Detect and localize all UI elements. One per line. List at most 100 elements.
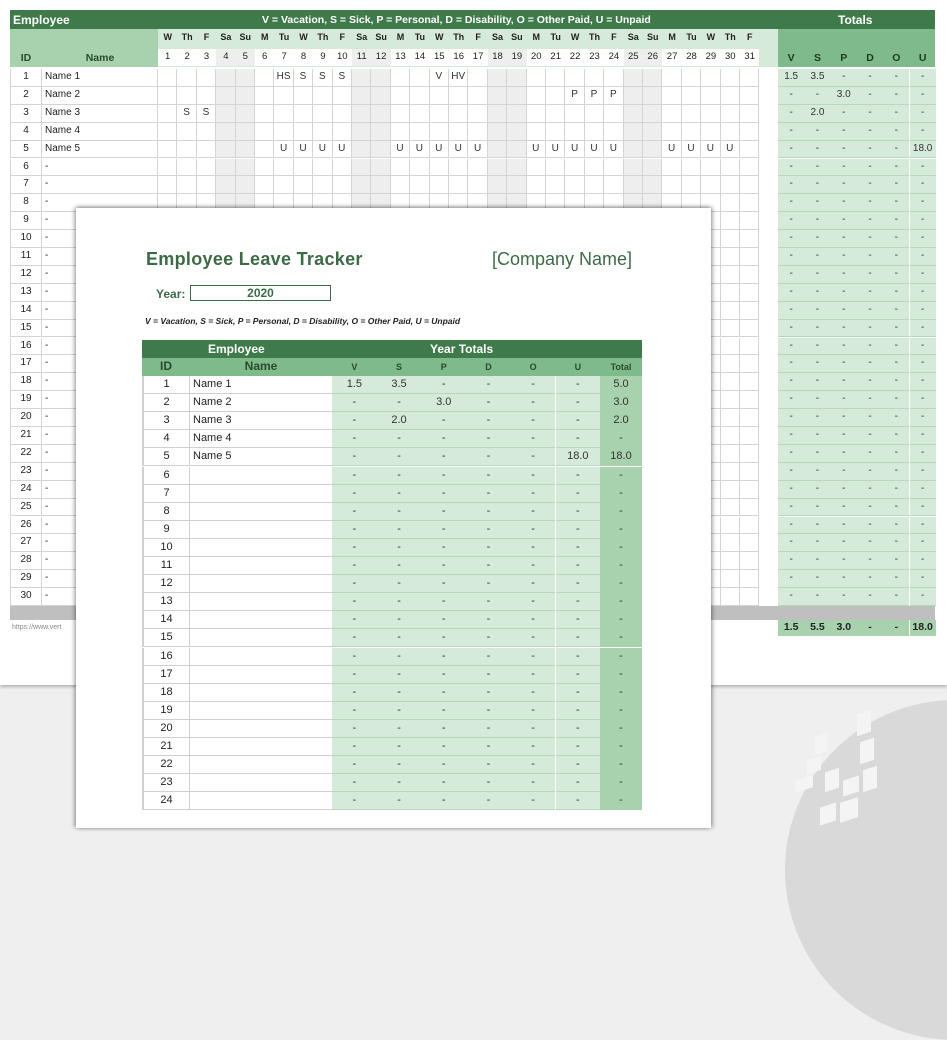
day-cell[interactable] [662,69,682,87]
day-cell[interactable] [662,122,682,141]
day-cell[interactable] [720,319,740,338]
day-cell[interactable] [293,176,314,195]
day-cell[interactable] [740,248,760,266]
day-cell[interactable] [681,122,702,141]
day-cell[interactable] [255,122,275,141]
day-cell[interactable] [177,122,197,141]
day-cell[interactable] [720,588,740,606]
day-cell[interactable] [429,86,449,105]
day-cell[interactable] [623,86,643,105]
day-cell[interactable] [293,122,314,141]
day-cell[interactable] [390,158,411,177]
day-cell[interactable] [371,176,391,195]
day-cell[interactable] [720,570,740,589]
row-name[interactable] [190,521,332,539]
row-name[interactable] [190,575,332,594]
day-cell[interactable]: U [449,140,469,159]
day-cell[interactable] [177,140,197,159]
day-cell[interactable] [740,409,760,427]
day-cell[interactable] [487,86,508,105]
day-cell[interactable] [235,158,255,177]
day-cell[interactable] [449,176,469,195]
day-cell[interactable] [158,176,178,195]
row-name[interactable]: Name 4 [42,122,158,141]
day-cell[interactable]: U [604,140,624,159]
row-name[interactable] [190,756,332,775]
day-cell[interactable] [584,104,605,123]
day-cell[interactable] [565,176,585,195]
day-cell[interactable] [740,427,760,445]
day-cell[interactable]: U [701,140,721,159]
day-cell[interactable] [604,69,624,87]
day-cell[interactable] [293,104,314,123]
day-cell[interactable] [352,122,372,141]
day-cell[interactable] [720,265,740,284]
day-cell[interactable] [429,122,449,141]
row-name[interactable] [190,738,332,757]
day-cell[interactable] [449,104,469,123]
day-cell[interactable] [293,158,314,177]
day-cell[interactable] [681,86,702,105]
day-cell[interactable]: U [410,140,430,159]
day-cell[interactable] [720,409,740,427]
day-cell[interactable] [720,427,740,445]
day-cell[interactable] [216,69,236,87]
day-cell[interactable] [293,86,314,105]
day-cell[interactable] [623,176,643,195]
day-cell[interactable]: U [332,140,352,159]
day-cell[interactable] [740,480,760,499]
day-cell[interactable]: U [662,140,682,159]
day-cell[interactable] [701,104,721,123]
day-cell[interactable] [740,140,760,159]
day-cell[interactable] [235,86,255,105]
day-cell[interactable]: S [177,104,197,123]
row-name[interactable] [190,467,332,485]
day-cell[interactable] [681,158,702,177]
row-name[interactable]: Name 2 [190,394,332,413]
day-cell[interactable] [255,158,275,177]
day-cell[interactable] [487,122,508,141]
row-name[interactable] [190,539,332,557]
day-cell[interactable] [720,122,740,141]
day-cell[interactable] [584,122,605,141]
day-cell[interactable]: U [293,140,314,159]
row-name[interactable]: Name 1 [190,376,332,395]
day-cell[interactable] [390,176,411,195]
day-cell[interactable] [643,158,663,177]
day-cell[interactable] [487,158,508,177]
row-name[interactable] [190,684,332,702]
day-cell[interactable] [701,158,721,177]
day-cell[interactable] [216,104,236,123]
day-cell[interactable]: U [313,140,333,159]
day-cell[interactable] [255,104,275,123]
day-cell[interactable] [623,122,643,141]
day-cell[interactable] [352,86,372,105]
row-name[interactable] [190,792,332,811]
day-cell[interactable] [623,104,643,123]
day-cell[interactable] [643,122,663,141]
day-cell[interactable] [352,104,372,123]
day-cell[interactable] [235,176,255,195]
day-cell[interactable] [546,69,566,87]
day-cell[interactable] [429,158,449,177]
day-cell[interactable] [332,86,352,105]
day-cell[interactable] [390,104,411,123]
day-cell[interactable] [158,69,178,87]
day-cell[interactable]: HV [449,69,469,87]
day-cell[interactable] [584,69,605,87]
day-cell[interactable] [740,588,760,606]
day-cell[interactable] [429,176,449,195]
day-cell[interactable] [720,86,740,105]
day-cell[interactable] [546,104,566,123]
day-cell[interactable] [720,212,740,231]
day-cell[interactable]: S [293,69,314,87]
row-name[interactable] [190,503,332,521]
day-cell[interactable] [740,516,760,535]
day-cell[interactable] [740,534,760,553]
day-cell[interactable] [274,122,294,141]
day-cell[interactable] [740,444,760,463]
day-cell[interactable] [196,86,217,105]
day-cell[interactable] [468,122,488,141]
day-cell[interactable]: P [604,86,624,105]
day-cell[interactable] [643,176,663,195]
